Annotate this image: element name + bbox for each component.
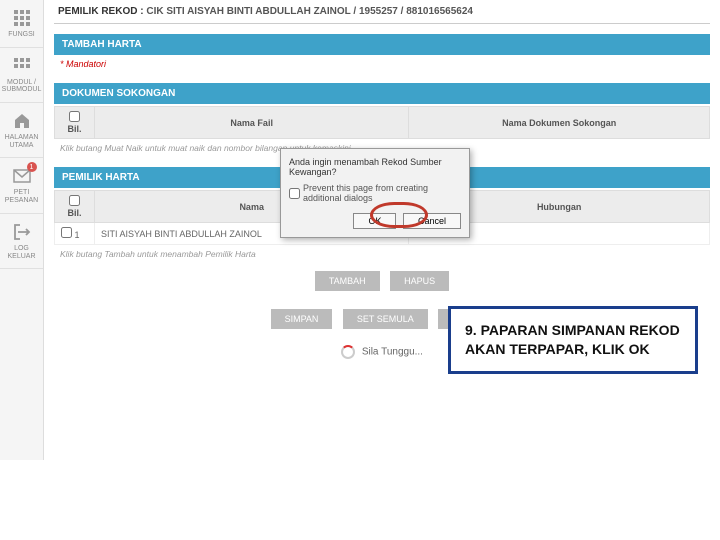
section-tambah-harta: TAMBAH HARTA [54,34,710,55]
record-owner-row: PEMILIK REKOD : CIK SITI AISYAH BINTI AB… [54,0,710,24]
grid-icon [12,8,32,28]
prevent-label: Prevent this page from creating addition… [303,183,461,203]
loading-text: Sila Tunggu... [362,347,423,358]
prevent-checkbox[interactable] [289,188,300,199]
sidebar-item-home[interactable]: HALAMAN UTAMA [0,103,43,158]
col-bil-label: Bil. [67,124,81,134]
pemilik-button-row: TAMBAH HAPUS [54,263,710,299]
cancel-button[interactable]: Cancel [403,213,461,229]
mandatory-note: * Mandatori [54,55,710,73]
section-dokumen-sokongan: DOKUMEN SOKONGAN [54,83,710,104]
logout-icon [12,222,32,242]
confirm-dialog: Anda ingin menambah Rekod Sumber Kewanga… [280,148,470,238]
col-nama-fail: Nama Fail [95,107,409,139]
pemilik-hint: Klik butang Tambah untuk menambah Pemili… [54,245,710,263]
mail-badge: 1 [27,162,37,172]
sidebar: FUNGSI MODUL / SUBMODUL HALAMAN UTAMA 1 … [0,0,44,460]
sidebar-label: PETI PESANAN [2,189,41,204]
dokumen-table: Bil. Nama Fail Nama Dokumen Sokongan [54,106,710,139]
record-owner-label: PEMILIK REKOD : [58,6,144,17]
row-bil: 1 [75,230,80,240]
col-check: Bil. [55,107,95,139]
dialog-buttons: OK Cancel [289,213,461,229]
sidebar-item-logout[interactable]: LOG KELUAR [0,214,43,269]
mail-icon: 1 [12,166,32,186]
col-check: Bil. [55,191,95,223]
simpan-button[interactable]: SIMPAN [271,309,333,329]
sidebar-item-modul[interactable]: MODUL / SUBMODUL [0,48,43,103]
select-all-checkbox[interactable] [69,195,80,206]
grid-icon [12,56,32,76]
home-icon [12,111,32,131]
sidebar-label: LOG KELUAR [2,245,41,260]
hapus-button[interactable]: HAPUS [390,271,449,291]
sidebar-label: HALAMAN UTAMA [2,134,41,149]
prevent-dialogs-row[interactable]: Prevent this page from creating addition… [289,183,461,203]
col-bil-label: Bil. [67,208,81,218]
instruction-callout: 9. PAPARAN SIMPANAN REKOD AKAN TERPAPAR,… [448,306,698,374]
set-semula-button[interactable]: SET SEMULA [343,309,428,329]
tambah-button[interactable]: TAMBAH [315,271,380,291]
spinner-icon [341,345,355,359]
sidebar-item-mail[interactable]: 1 PETI PESANAN [0,158,43,213]
col-nama-dok: Nama Dokumen Sokongan [409,107,710,139]
record-owner-value: CIK SITI AISYAH BINTI ABDULLAH ZAINOL / … [146,6,473,17]
dialog-message: Anda ingin menambah Rekod Sumber Kewanga… [289,157,461,177]
instruction-text: 9. PAPARAN SIMPANAN REKOD AKAN TERPAPAR,… [465,321,681,359]
sidebar-label: MODUL / SUBMODUL [2,79,42,94]
row-checkbox[interactable] [61,227,72,238]
ok-button[interactable]: OK [353,213,396,229]
sidebar-label: FUNGSI [8,31,34,39]
select-all-checkbox[interactable] [69,111,80,122]
sidebar-item-fungsi[interactable]: FUNGSI [0,0,43,48]
